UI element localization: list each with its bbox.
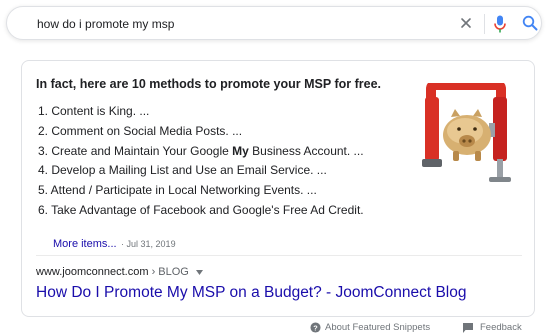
search-icon — [522, 15, 538, 31]
about-featured-snippets-link[interactable]: ? About Featured Snippets — [310, 322, 430, 333]
search-bar — [6, 6, 542, 40]
search-button[interactable] — [521, 14, 539, 32]
more-items-row: More items... · Jul 31, 2019 — [53, 234, 176, 252]
feedback-icon — [463, 322, 473, 333]
snippet-date: · Jul 31, 2019 — [121, 239, 176, 249]
list-item: 1. Content is King. ... — [38, 104, 150, 118]
method-list: 1. Content is King. ... 2. Comment on So… — [38, 102, 364, 221]
list-item: 2. Comment on Social Media Posts. ... — [38, 123, 243, 138]
search-input[interactable] — [37, 16, 437, 32]
breadcrumb: BLOG — [158, 266, 189, 278]
piggy-bank-clamp-image[interactable] — [405, 83, 525, 187]
snippet-footer: ? About Featured Snippets Feedback — [0, 320, 546, 335]
close-icon — [461, 18, 471, 28]
list-item: 5. Attend / Participate in Local Network… — [38, 183, 317, 198]
result-title-link[interactable]: How Do I Promote My MSP on a Budget? - J… — [36, 284, 466, 302]
snippet-heading: In fact, here are 10 methods to promote … — [36, 77, 381, 91]
svg-text:?: ? — [313, 323, 318, 332]
list-item: 6. Take Advantage of Facebook and Google… — [38, 202, 364, 217]
more-items-link[interactable]: More items... — [53, 238, 117, 250]
feedback-link[interactable]: Feedback — [463, 322, 522, 333]
list-item: 3. Create and Maintain Your Google My Bu… — [38, 143, 364, 158]
search-divider — [484, 14, 485, 34]
list-item: 4. Develop a Mailing List and Use an Ema… — [38, 163, 327, 178]
piggy-bank-clamp-picture — [405, 83, 525, 187]
result-cite: www.joomconnect.com › BLOG — [36, 266, 203, 278]
microphone-icon — [494, 15, 506, 33]
feedback-label: Feedback — [480, 322, 522, 333]
card-divider — [36, 255, 522, 256]
caret-down-icon — [195, 270, 203, 276]
clear-search-button[interactable] — [458, 15, 474, 31]
about-featured-snippets-label: About Featured Snippets — [325, 322, 431, 333]
voice-search-button[interactable] — [493, 14, 507, 34]
breadcrumb-separator: › — [151, 266, 156, 278]
result-options-button[interactable] — [195, 266, 203, 278]
featured-snippet-card: In fact, here are 10 methods to promote … — [21, 60, 535, 317]
result-domain: www.joomconnect.com — [36, 266, 149, 278]
help-icon: ? — [310, 322, 321, 333]
